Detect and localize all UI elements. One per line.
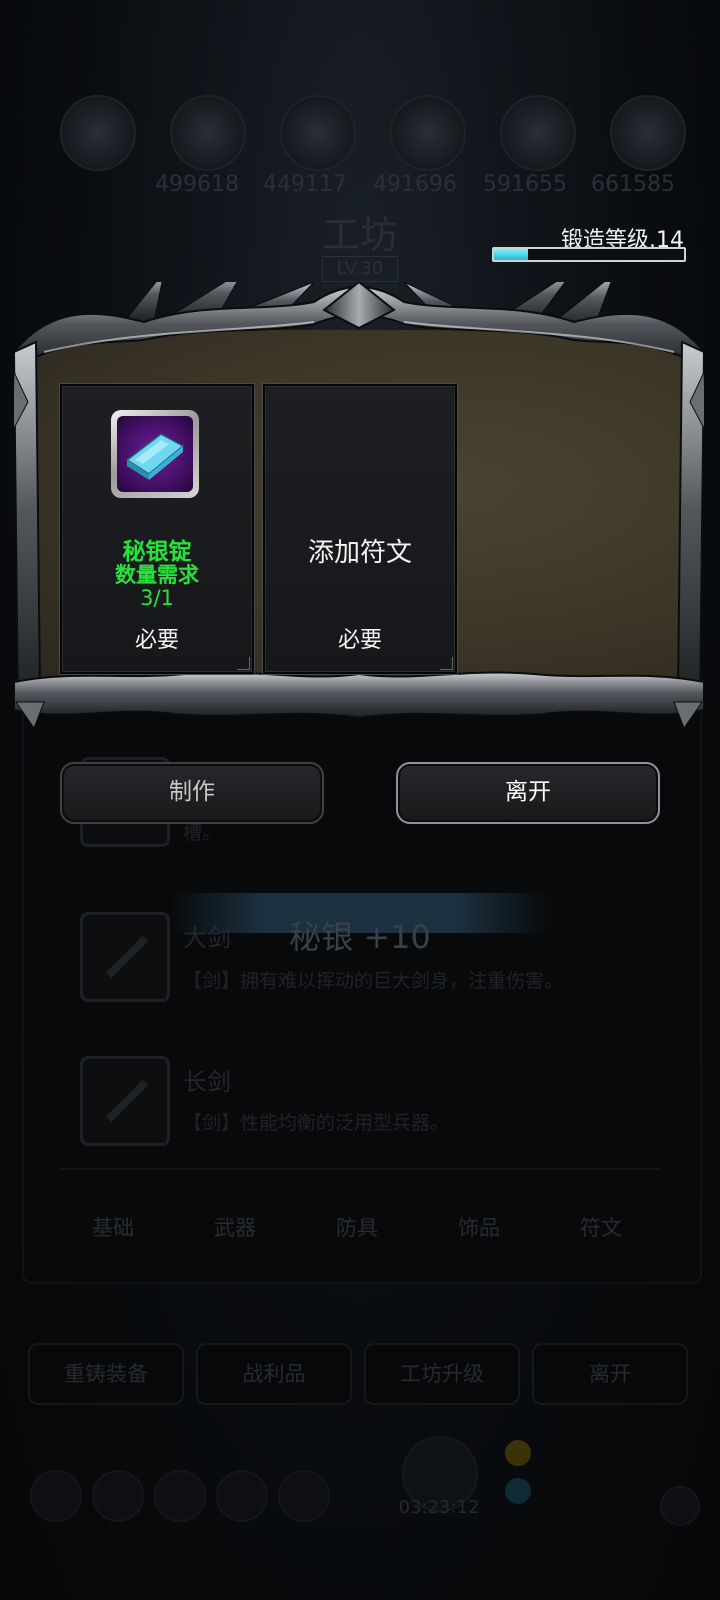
material-slot[interactable]: 秘银锭 数量需求 3/1 必要 <box>59 383 255 675</box>
enhance-banner-text: 秘银 +10 <box>289 918 431 956</box>
tab-accessories[interactable]: 饰品 <box>424 1212 534 1242</box>
item-frame <box>111 410 199 498</box>
longsword-icon <box>80 1056 170 1146</box>
gem-icon <box>505 1478 531 1504</box>
menu-icon[interactable] <box>216 1470 268 1522</box>
tab-divider <box>60 1168 660 1170</box>
greatsword-icon <box>80 912 170 1002</box>
slot-corner <box>440 657 453 670</box>
resource-icon <box>500 95 576 171</box>
menu-icon[interactable] <box>154 1470 206 1522</box>
material-quantity: 3/1 <box>140 586 174 610</box>
item-name: 长剑 <box>183 1068 231 1096</box>
resource-icon <box>610 95 686 171</box>
loot-button[interactable]: 战利品 <box>196 1343 352 1405</box>
menu-icon[interactable] <box>30 1470 82 1522</box>
upgrade-workshop-button[interactable]: 工坊升级 <box>364 1343 520 1405</box>
add-rune-label: 添加符文 <box>307 538 412 568</box>
workshop-level: LV.30 <box>322 256 398 282</box>
rune-slot[interactable]: 添加符文 必要 <box>262 383 458 675</box>
reforge-button[interactable]: 重铸装备 <box>28 1343 184 1405</box>
resource-icon <box>60 95 136 171</box>
timer: 03:23:12 <box>398 1497 480 1518</box>
forge-progress-fill <box>494 249 529 260</box>
slot-corner <box>237 657 250 670</box>
required-label: 必要 <box>337 628 382 653</box>
mithril-ingot-icon <box>117 416 193 492</box>
page-title: 工坊 <box>321 213 398 257</box>
menu-icon[interactable] <box>92 1470 144 1522</box>
menu-icon[interactable] <box>278 1470 330 1522</box>
bg-leave-button[interactable]: 离开 <box>532 1343 688 1405</box>
tab-weapons[interactable]: 武器 <box>180 1212 290 1242</box>
resource-icon <box>280 95 356 171</box>
settings-icon[interactable] <box>660 1486 700 1526</box>
resource-count: 591655 <box>483 172 567 197</box>
item-description: 【剑】性能均衡的泛用型兵器。 <box>183 1112 450 1134</box>
resource-count: 491696 <box>373 172 457 197</box>
tab-basic[interactable]: 基础 <box>58 1212 168 1242</box>
required-label: 必要 <box>134 628 179 653</box>
resource-icon <box>170 95 246 171</box>
resource-icon <box>390 95 466 171</box>
gold-icon <box>505 1440 531 1466</box>
resource-count: 449117 <box>263 172 347 197</box>
make-button[interactable]: 制作 <box>60 762 324 824</box>
forge-progress-bar <box>492 247 686 262</box>
tab-runes[interactable]: 符文 <box>546 1212 656 1242</box>
tab-armor[interactable]: 防具 <box>302 1212 412 1242</box>
quantity-requirement-label: 数量需求 <box>115 563 199 587</box>
item-description: 【剑】拥有难以挥动的巨大剑身，注重伤害。 <box>183 970 564 992</box>
resource-count: 499618 <box>155 172 239 197</box>
leave-button[interactable]: 离开 <box>396 762 660 824</box>
resource-count: 661585 <box>591 172 675 197</box>
